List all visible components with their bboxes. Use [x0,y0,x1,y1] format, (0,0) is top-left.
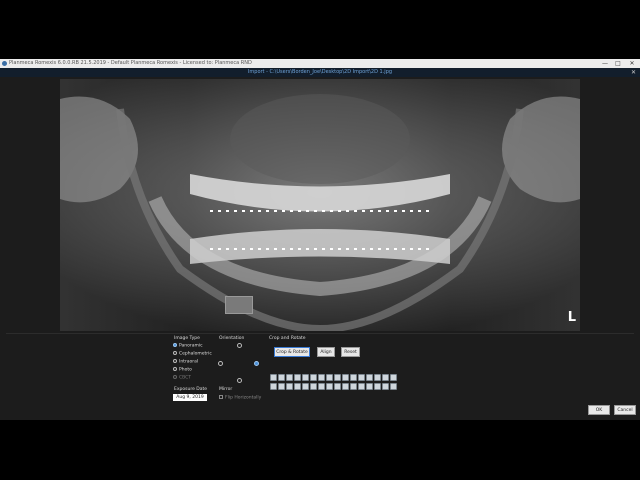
lower-tooth-16[interactable] [390,383,397,390]
lower-tooth-1[interactable] [270,383,277,390]
upper-tooth-10[interactable] [342,374,349,381]
orientation-top-radio[interactable] [237,343,242,348]
lower-tooth-14[interactable] [374,383,381,390]
lower-tooth-13[interactable] [366,383,373,390]
lower-tooth-9[interactable] [334,383,341,390]
mirror-label: Mirror [219,387,233,392]
orientation-right-radio[interactable] [254,361,259,366]
orientation-preview [225,296,253,314]
crop-rotate-label: Crop and Rotate [269,336,306,341]
upper-tooth-9[interactable] [334,374,341,381]
upper-tooth-5[interactable] [302,374,309,381]
radio-dot [173,375,177,379]
radio-dot [173,367,177,371]
radio-dot [173,351,177,355]
lower-tooth-7[interactable] [318,383,325,390]
radio-intraoral[interactable]: Intraoral [173,359,198,365]
xray-preview: L [60,79,580,331]
lower-tooth-2[interactable] [278,383,285,390]
flip-horizontally-checkbox[interactable]: Flip Horizontally [219,395,261,401]
checkbox-box [219,395,223,399]
lower-tooth-11[interactable] [350,383,357,390]
upper-tooth-6[interactable] [310,374,317,381]
minimize-button[interactable]: — [600,59,610,68]
upper-tooth-8[interactable] [326,374,333,381]
exposure-date-input[interactable]: Aug 9, 2019 [173,394,207,401]
upper-tooth-15[interactable] [382,374,389,381]
lower-tooth-5[interactable] [302,383,309,390]
upper-tooth-7[interactable] [318,374,325,381]
radio-cbct: CBCT [173,375,191,381]
radio-photo[interactable]: Photo [173,367,192,373]
app-title: Planmeca Romexis 6.0.0.RB 21.5.2019 - De… [9,60,252,66]
reset-button[interactable]: Reset [341,347,360,357]
upper-tooth-11[interactable] [350,374,357,381]
dialog-title: Import - C:\Users\Borden_Joe\Desktop\2D … [247,69,393,75]
lower-tooth-12[interactable] [358,383,365,390]
image-type-label: Image Type [174,336,200,341]
divider [6,333,634,334]
upper-tooth-16[interactable] [390,374,397,381]
dialog-close-button[interactable]: ✕ [631,68,636,77]
panoramic-xray-image [60,79,580,331]
upper-tooth-4[interactable] [294,374,301,381]
upper-tooth-13[interactable] [366,374,373,381]
exposure-date-label: Exposure Date [174,387,208,392]
upper-tooth-1[interactable] [270,374,277,381]
upper-tooth-3[interactable] [286,374,293,381]
ok-button[interactable]: OK [588,405,610,415]
crop-rotate-button[interactable]: Crop & Rotate [274,347,310,357]
radio-cephalometric[interactable]: Cephalometric [173,351,212,357]
import-window: Planmeca Romexis 6.0.0.RB 21.5.2019 - De… [0,59,640,420]
upper-tooth-12[interactable] [358,374,365,381]
lower-tooth-4[interactable] [294,383,301,390]
maximize-button[interactable]: □ [613,59,623,68]
upper-tooth-14[interactable] [374,374,381,381]
orientation-marker: L [567,310,576,325]
radio-dot [173,359,177,363]
upper-tooth-2[interactable] [278,374,285,381]
lower-tooth-15[interactable] [382,383,389,390]
app-title-bar: Planmeca Romexis 6.0.0.RB 21.5.2019 - De… [0,59,640,68]
align-button[interactable]: Align [317,347,335,357]
cancel-button[interactable]: Cancel [614,405,636,415]
close-window-button[interactable]: ✕ [627,59,637,68]
radio-panoramic[interactable]: Panoramic [173,343,203,349]
orientation-bottom-radio[interactable] [237,378,242,383]
dialog-title-bar: Import - C:\Users\Borden_Joe\Desktop\2D … [0,68,640,77]
lower-tooth-6[interactable] [310,383,317,390]
radio-dot [173,343,177,347]
lower-tooth-3[interactable] [286,383,293,390]
orientation-left-radio[interactable] [218,361,223,366]
app-logo-icon [2,61,7,66]
lower-tooth-8[interactable] [326,383,333,390]
lower-tooth-10[interactable] [342,383,349,390]
orientation-label: Orientation [219,336,245,341]
